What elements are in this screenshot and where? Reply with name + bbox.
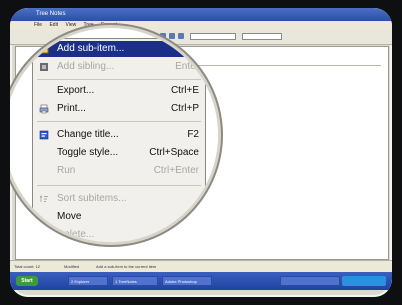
system-tray[interactable] — [342, 276, 386, 286]
menu-item-label: Toggle style... — [57, 147, 119, 158]
menu-item-label: Move — [57, 211, 82, 222]
taskbar-item[interactable]: 2 Explorer — [68, 276, 108, 286]
menu-item-add-sub-item[interactable]: Add sub-item... — [33, 41, 205, 57]
menu-edit[interactable]: Edit — [49, 22, 58, 28]
menu-item-shortcut: F2 — [187, 129, 199, 140]
menu-bar: File Edit View Tree Format — [10, 21, 392, 30]
menu-item-label: Add sibling... — [57, 61, 115, 72]
menu-item-run[interactable]: Run Ctrl+Enter — [33, 163, 205, 179]
start-button[interactable]: Start — [16, 276, 38, 286]
title-bar[interactable]: Tree Notes — [10, 8, 392, 21]
taskbar: Start 2 Explorer 1 TreeNotes Adobe Photo… — [10, 272, 392, 290]
menu-separator — [37, 121, 201, 122]
menu-item-add-sibling[interactable]: Add sibling... Enter — [33, 59, 205, 75]
menu-item-export[interactable]: Export... Ctrl+E — [33, 83, 205, 99]
menu-item-move[interactable]: Move — [33, 209, 205, 225]
menu-item-shortcut: Ctrl+E — [170, 85, 199, 96]
add-sibling-icon — [40, 63, 48, 71]
menu-item-label: Print... — [57, 103, 86, 114]
menu-item-label: Run — [57, 165, 76, 176]
menu-item-delete[interactable]: Delete... — [33, 227, 205, 242]
menu-item-shortcut: Ctrl+Space — [149, 147, 199, 158]
taskbar-item[interactable]: 1 TreeNotes — [112, 276, 158, 286]
menu-item-print[interactable]: Print... Ctrl+P — [33, 101, 205, 117]
menu-file[interactable]: File — [34, 22, 42, 28]
menu-item-shortcut: Ctrl+Enter — [153, 165, 199, 176]
change-title-icon — [39, 130, 49, 140]
app-window: Tree Notes File Edit View Tree Format To… — [10, 8, 392, 297]
menu-item-label: Change title... — [57, 129, 119, 140]
menu-view[interactable]: View — [65, 22, 76, 28]
menu-separator — [37, 79, 201, 80]
sort-icon — [39, 194, 48, 202]
menu-item-label: Add sub-item... — [57, 43, 125, 54]
menu-item-label: Export... — [57, 85, 95, 96]
context-menu: Add sub-item... Add sibling... Enter Exp… — [32, 38, 206, 242]
add-sub-item-icon — [39, 44, 49, 54]
menu-item-shortcut: Enter — [175, 61, 199, 72]
printer-icon — [39, 104, 49, 114]
menu-item-label: Delete... — [57, 229, 95, 240]
toolbar-search-field[interactable] — [242, 33, 282, 40]
magnifier-lens: Add sub-item... Add sibling... Enter Exp… — [10, 28, 218, 242]
menu-item-change-title[interactable]: Change title... F2 — [33, 127, 205, 143]
window-title: Tree Notes — [36, 11, 66, 17]
taskbar-item[interactable]: Adobe Photoshop — [162, 276, 212, 286]
taskbar-address-box[interactable] — [280, 276, 340, 286]
menu-item-toggle-style[interactable]: Toggle style... Ctrl+Space — [33, 145, 205, 161]
menu-item-label: Sort subitems... — [57, 193, 127, 204]
menu-item-shortcut: Ctrl+P — [170, 103, 199, 114]
menu-tree[interactable]: Tree — [84, 22, 94, 28]
menu-item-sort-subitems[interactable]: Sort subitems... — [33, 191, 205, 207]
menu-separator — [37, 185, 201, 186]
